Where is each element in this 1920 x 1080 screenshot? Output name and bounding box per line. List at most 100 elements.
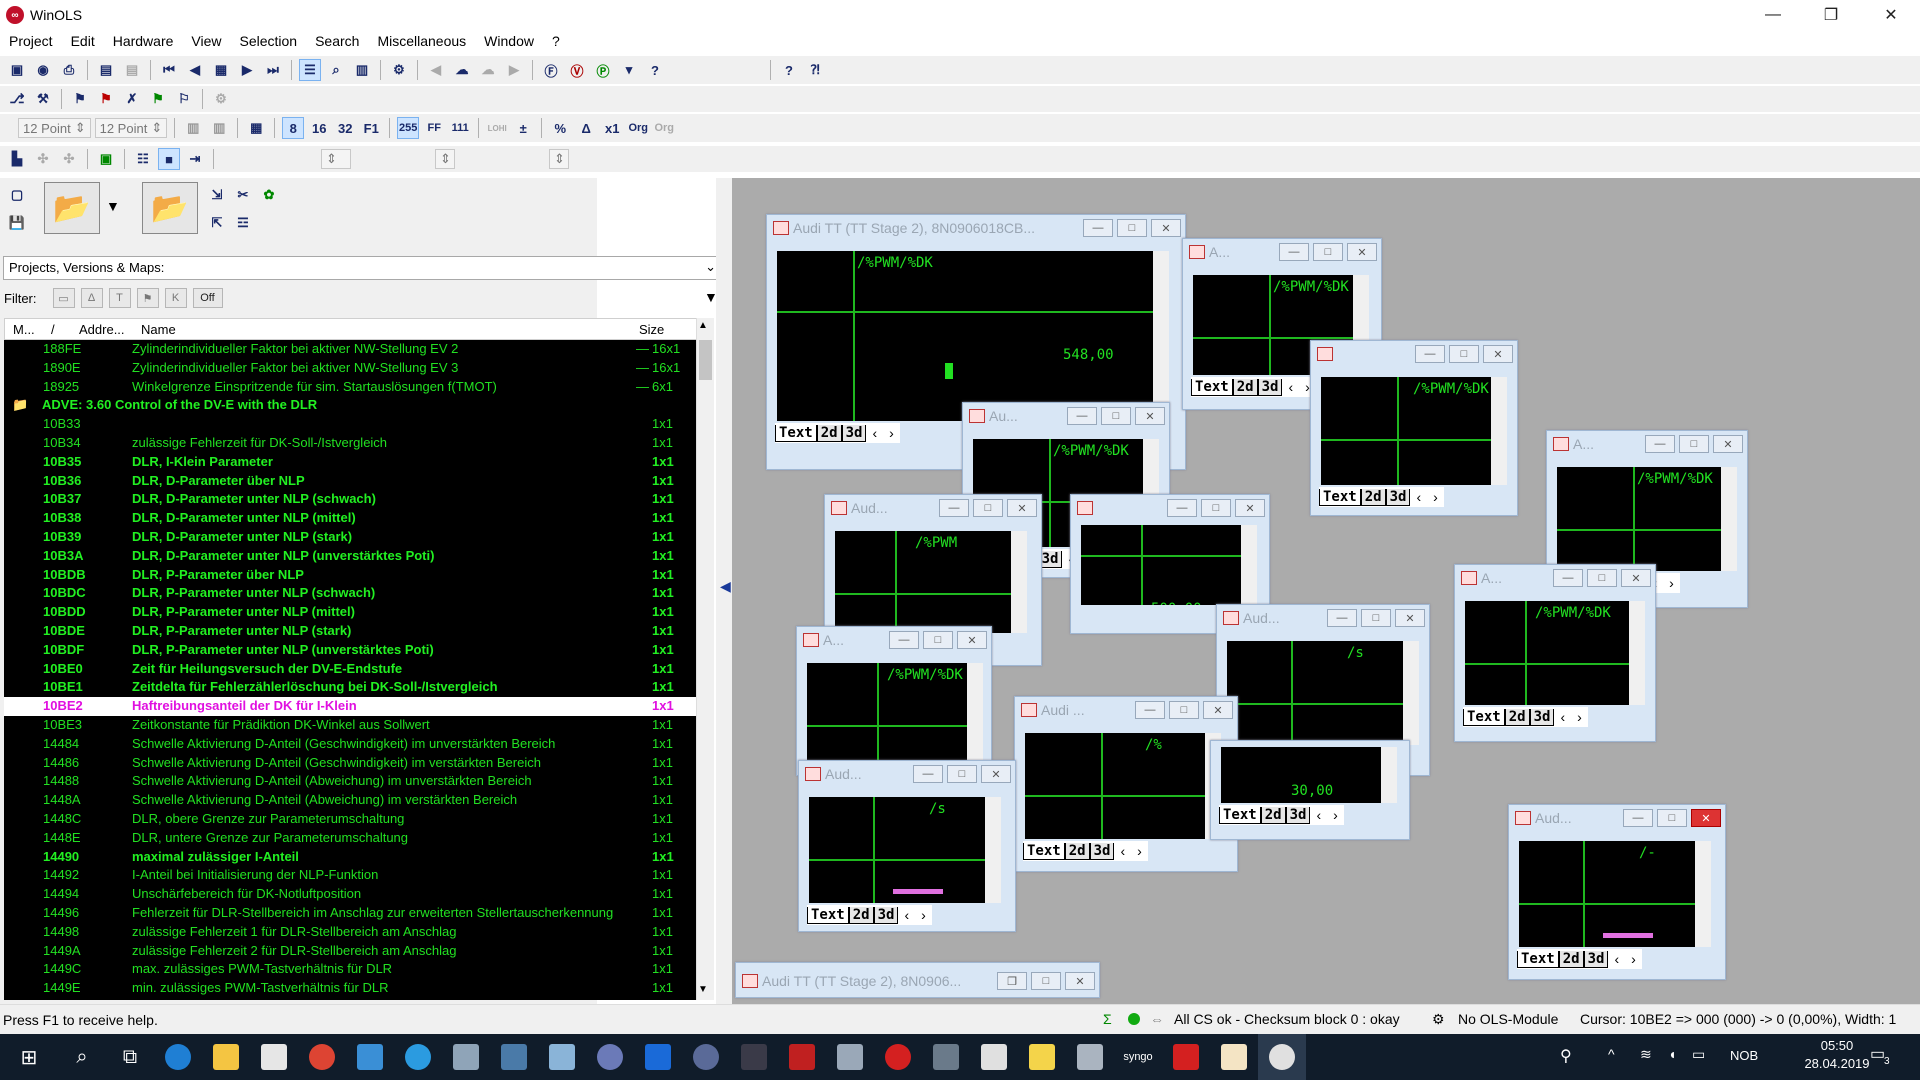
view-e-icon[interactable]: ☷ bbox=[132, 148, 154, 170]
scroll-right-icon[interactable]: › bbox=[915, 907, 932, 923]
table-row[interactable]: 10BE3 Zeitkonstante für Prädiktion DK-Win… bbox=[4, 716, 696, 735]
new-icon[interactable]: ▢ bbox=[6, 184, 28, 206]
tray-arrow-icon[interactable]: ^ bbox=[1608, 1046, 1615, 1062]
maximize-child-button[interactable]: □ bbox=[1101, 407, 1131, 425]
tab-3d[interactable]: 3d bbox=[1385, 488, 1411, 506]
app-icon-2[interactable] bbox=[442, 1034, 490, 1080]
tab-3d[interactable]: 3d bbox=[1285, 806, 1311, 824]
tool-f-icon[interactable]: ⚑ bbox=[147, 88, 169, 110]
tab-3d[interactable]: 3d bbox=[873, 906, 899, 924]
project-combo[interactable]: Projects, Versions & Maps: ⌄ bbox=[3, 256, 723, 280]
view-d-icon[interactable]: ▣ bbox=[95, 148, 117, 170]
tab-3d[interactable]: 3d bbox=[1089, 842, 1115, 860]
table-row[interactable]: 1449C max. zulässiges PWM-Tastverhältnis … bbox=[4, 960, 696, 979]
table-row[interactable]: 1448E DLR, untere Grenze zur Parameterums… bbox=[4, 829, 696, 848]
table-row[interactable]: 10BDF DLR, P-Parameter unter NLP (unverst… bbox=[4, 641, 696, 660]
minimize-child-button[interactable]: — bbox=[889, 631, 919, 649]
minimize-child-button[interactable]: — bbox=[1553, 569, 1583, 587]
tools-icon[interactable]: ✂ bbox=[232, 184, 254, 206]
question-icon[interactable]: ? bbox=[644, 59, 666, 81]
tab-3d[interactable]: 3d bbox=[1529, 708, 1555, 726]
panel-splitter[interactable]: ◀ bbox=[716, 178, 732, 1004]
view-b-icon[interactable]: ✣ bbox=[32, 148, 54, 170]
tool-a-icon[interactable]: ⎇ bbox=[6, 88, 28, 110]
menu-miscellaneous[interactable]: Miscellaneous bbox=[368, 33, 475, 49]
tab-text[interactable]: Text bbox=[1219, 806, 1261, 824]
tab-2d[interactable]: 2d bbox=[848, 906, 874, 924]
child-scrollbar[interactable] bbox=[1241, 525, 1257, 605]
child-scrollbar[interactable] bbox=[1491, 377, 1507, 485]
map-child-window[interactable]: Audi ...—□✕/%74,951Text2d3d‹› bbox=[1014, 696, 1238, 872]
filter-delta-icon[interactable]: Δ bbox=[80, 288, 103, 308]
maximize-child-button[interactable]: □ bbox=[1313, 243, 1343, 261]
table-row[interactable]: 1448A Schwelle Aktivierung D-Anteil (Abwe… bbox=[4, 791, 696, 810]
window-icon[interactable]: ▤ bbox=[95, 59, 117, 81]
edge-icon[interactable] bbox=[154, 1034, 202, 1080]
tab-2d[interactable]: 2d bbox=[1360, 488, 1386, 506]
menu-hardware[interactable]: Hardware bbox=[104, 33, 183, 49]
col-m[interactable]: M... bbox=[13, 322, 35, 337]
menu-help[interactable]: ? bbox=[543, 33, 569, 49]
start-button[interactable]: ⊞ bbox=[0, 1034, 58, 1080]
database-icon[interactable]: ◉ bbox=[32, 59, 54, 81]
close-child-button[interactable]: ✕ bbox=[1235, 499, 1265, 517]
delta-button[interactable]: Δ bbox=[575, 117, 597, 139]
open-project-button[interactable]: 📂 bbox=[142, 182, 198, 234]
map-child-window[interactable]: A... —□✕ /%PWM/%DK30,00 bbox=[796, 626, 992, 776]
menu-window[interactable]: Window bbox=[475, 33, 543, 49]
clock-time[interactable]: 05:50 bbox=[1792, 1038, 1882, 1053]
scroll-left-icon[interactable]: ‹ bbox=[1282, 379, 1299, 395]
tab-2d[interactable]: 2d bbox=[1260, 806, 1286, 824]
map-text-view[interactable]: /s0,0200 bbox=[1227, 641, 1403, 745]
forward-icon[interactable]: ▶ bbox=[503, 59, 525, 81]
find-icon[interactable]: ⌕ bbox=[325, 59, 347, 81]
p-box-icon[interactable]: Ⓟ bbox=[592, 59, 614, 81]
map-text-view[interactable]: /%PWM/%DK 548,00 bbox=[777, 251, 1153, 421]
float-icon[interactable]: F1 bbox=[360, 117, 382, 139]
close-child-button[interactable]: ✕ bbox=[1065, 972, 1095, 990]
close-child-button[interactable]: ✕ bbox=[1483, 345, 1513, 363]
minimize-child-button[interactable]: — bbox=[1167, 499, 1197, 517]
col-slash[interactable]: / bbox=[51, 322, 55, 337]
scroll-left-icon[interactable]: ‹ bbox=[1410, 489, 1427, 505]
app-icon-15[interactable] bbox=[1210, 1034, 1258, 1080]
menu-search[interactable]: Search bbox=[306, 33, 368, 49]
col-size[interactable]: Size bbox=[639, 322, 664, 337]
table-row[interactable]: 10BE1 Zeitdelta für Fehlerzählerlöschung … bbox=[4, 678, 696, 697]
map-text-view[interactable]: /%PWM0,0000 bbox=[835, 531, 1011, 633]
first-icon[interactable]: ⏮ bbox=[158, 59, 180, 81]
tab-text[interactable]: Text bbox=[1191, 378, 1233, 396]
percent-button[interactable]: % bbox=[549, 117, 571, 139]
maximize-child-button[interactable]: □ bbox=[1201, 499, 1231, 517]
tab-2d[interactable]: 2d bbox=[1504, 708, 1530, 726]
globe-icon[interactable]: ✿ bbox=[258, 184, 280, 206]
scroll-thumb[interactable] bbox=[699, 340, 712, 380]
tab-2d[interactable]: 2d bbox=[816, 424, 842, 442]
export-icon[interactable]: ⇱ bbox=[206, 212, 228, 234]
menu-selection[interactable]: Selection bbox=[231, 33, 307, 49]
menu-project[interactable]: Project bbox=[0, 33, 62, 49]
table-row[interactable]: 10B33 1x1 bbox=[4, 415, 696, 434]
app-icon-4[interactable] bbox=[538, 1034, 586, 1080]
table-row[interactable]: 18925 Winkelgrenze Einspritzende für sim.… bbox=[4, 378, 696, 397]
bin-111-button[interactable]: 111 bbox=[449, 117, 471, 139]
scroll-right-icon[interactable]: › bbox=[1663, 575, 1680, 591]
maximize-child-button[interactable]: □ bbox=[947, 765, 977, 783]
scroll-left-icon[interactable]: ‹ bbox=[1310, 807, 1327, 823]
help-icon[interactable]: ? bbox=[778, 59, 800, 81]
minimize-child-button[interactable]: — bbox=[1623, 809, 1653, 827]
ie-icon[interactable] bbox=[394, 1034, 442, 1080]
dec-255-button[interactable]: 255 bbox=[397, 117, 420, 139]
child-scrollbar[interactable] bbox=[1695, 841, 1711, 947]
pdf-icon[interactable] bbox=[1162, 1034, 1210, 1080]
child-scrollbar[interactable] bbox=[1629, 601, 1645, 705]
tab-text[interactable]: Text bbox=[1463, 708, 1505, 726]
col-name[interactable]: Name bbox=[141, 322, 176, 337]
bits-16-icon[interactable]: 16 bbox=[308, 117, 330, 139]
minimize-button[interactable]: — bbox=[1744, 0, 1802, 30]
v-box-icon[interactable]: Ⓥ bbox=[566, 59, 588, 81]
view-c-icon[interactable]: ✣ bbox=[58, 148, 80, 170]
scroll-left-icon[interactable]: ‹ bbox=[1114, 843, 1131, 859]
tab-text[interactable]: Text bbox=[1023, 842, 1065, 860]
table-row[interactable]: 1449E min. zulässiges PWM-Tastverhältnis … bbox=[4, 979, 696, 998]
